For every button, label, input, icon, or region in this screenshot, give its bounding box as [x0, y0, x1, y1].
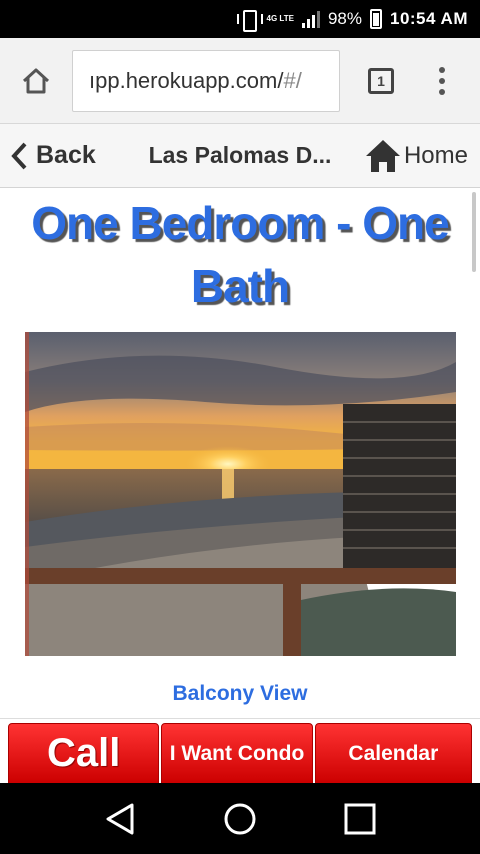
- photo-caption: Balcony View: [172, 682, 308, 705]
- chevron-left-icon: [11, 142, 27, 169]
- nav-title: Las Palomas D...: [148, 142, 332, 168]
- url-hash: #/: [283, 67, 302, 93]
- page-scrollbar[interactable]: [472, 192, 476, 272]
- balcony-photo[interactable]: [25, 332, 456, 656]
- vibrate-icon: [236, 8, 263, 32]
- home-label: Home: [403, 141, 468, 169]
- status-time: 10:54 AM: [389, 9, 468, 28]
- tabs-button[interactable]: 1: [340, 38, 422, 124]
- back-label: Back: [36, 141, 96, 169]
- battery-percent: 98%: [327, 9, 362, 28]
- back-triangle-icon[interactable]: [100, 799, 140, 839]
- overflow-menu-icon[interactable]: [422, 38, 462, 124]
- calendar-button[interactable]: Calendar: [314, 723, 472, 784]
- url-bar[interactable]: ıpp.herokuapp.com/#/: [72, 49, 340, 112]
- want-condo-button[interactable]: I Want Condo: [161, 723, 313, 784]
- signal-icon: [301, 10, 320, 28]
- home-icon: [22, 68, 50, 93]
- sunset-image: [25, 332, 456, 656]
- main-content: One Bedroom - One Bath Balcony View: [0, 188, 480, 718]
- network-type-label: 4G LTE: [266, 14, 294, 23]
- home-link[interactable]: Home: [360, 124, 480, 188]
- call-button[interactable]: Call: [8, 723, 160, 784]
- screen: 4G LTE 98% 10:54 AM ıpp.herokuapp.com/#/…: [0, 0, 480, 854]
- battery-icon: [369, 9, 382, 29]
- home-circle-icon[interactable]: [220, 799, 260, 839]
- back-button[interactable]: Back: [0, 124, 120, 188]
- browser-home-button[interactable]: [0, 38, 72, 124]
- action-bar: Call I Want Condo Calendar: [0, 718, 480, 784]
- browser-toolbar: ıpp.herokuapp.com/#/ 1: [0, 38, 480, 124]
- tabs-icon: 1: [368, 67, 394, 94]
- recents-square-icon[interactable]: [340, 799, 380, 839]
- tab-count: 1: [377, 72, 385, 89]
- url-text: ıpp.herokuapp.com/: [89, 67, 284, 93]
- house-icon: [365, 139, 400, 172]
- app-nav-bar: Back Las Palomas D... Home: [0, 124, 480, 188]
- page-title: One Bedroom - One Bath: [31, 197, 449, 312]
- status-bar: 4G LTE 98% 10:54 AM: [0, 0, 480, 38]
- android-nav-bar: [0, 783, 480, 854]
